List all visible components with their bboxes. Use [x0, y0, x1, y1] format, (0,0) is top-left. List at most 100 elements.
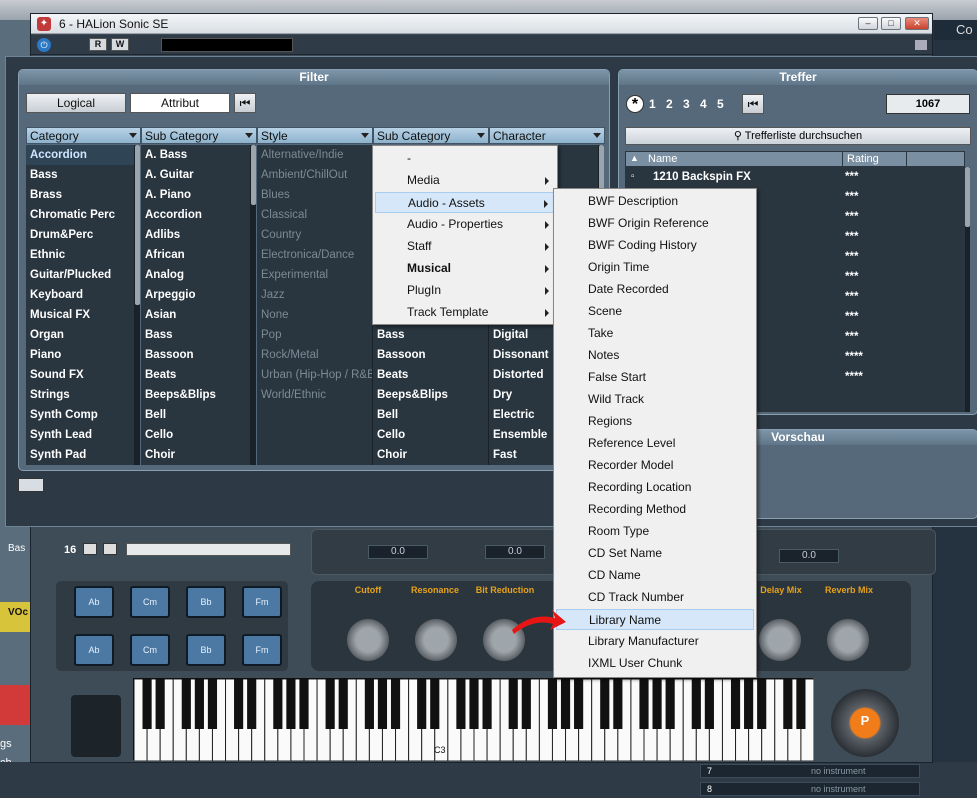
list-item[interactable]: Rock/Metal	[257, 345, 372, 365]
table-row[interactable]: ▫ 1210 Backspin FX ***	[625, 167, 965, 187]
reverb-mix-knob[interactable]	[827, 619, 869, 661]
menu-item[interactable]: CD Name	[556, 565, 754, 586]
menu-item[interactable]: Library Manufacturer	[556, 631, 754, 652]
list-item[interactable]: Cello	[141, 425, 250, 445]
preset-field[interactable]	[161, 38, 293, 52]
menu-item[interactable]: Regions	[556, 411, 754, 432]
rating-filter[interactable]: 5	[717, 97, 724, 111]
list-item[interactable]: Musical FX	[26, 305, 134, 325]
list-item[interactable]: Organ	[26, 325, 134, 345]
list-item[interactable]: Synth Pad	[26, 445, 134, 465]
scrollbar[interactable]	[135, 145, 140, 465]
list-item[interactable]: Adlibs	[141, 225, 250, 245]
performance-button[interactable]: P	[831, 689, 899, 757]
list-item[interactable]: Beeps&Blips	[141, 385, 250, 405]
list-item[interactable]: World/Ethnic	[257, 385, 372, 405]
list-item[interactable]: Alternative/Indie	[257, 145, 372, 165]
column-header-sub-category[interactable]: Sub Category	[141, 127, 257, 144]
list-item[interactable]: Country	[257, 225, 372, 245]
list-item[interactable]: Choir	[373, 445, 488, 465]
list-item[interactable]: Bass	[373, 325, 488, 345]
menu-item[interactable]: Recording Location	[556, 477, 754, 498]
wheels[interactable]	[71, 695, 121, 757]
list-item[interactable]: None	[257, 305, 372, 325]
menu-item[interactable]: Recording Method	[556, 499, 754, 520]
piano-keyboard[interactable]: C3	[133, 678, 814, 761]
menu-item[interactable]: Room Type	[556, 521, 754, 542]
rating-filter[interactable]: 1	[649, 97, 656, 111]
minimize-button[interactable]: –	[858, 17, 878, 30]
menu-item[interactable]: IXML User Chunk	[556, 653, 754, 674]
list-item[interactable]: Drum&Perc	[26, 225, 134, 245]
menu-item[interactable]: Date Recorded	[556, 279, 754, 300]
trigger-pad[interactable]: Cm	[130, 634, 170, 666]
list-item[interactable]: Asian	[141, 305, 250, 325]
menu-item[interactable]: CD Track Number	[556, 587, 754, 608]
scrollbar[interactable]	[251, 145, 256, 465]
reset-filter-icon[interactable]: ⏮	[234, 93, 256, 113]
list-item[interactable]: African	[141, 245, 250, 265]
style-list[interactable]: Alternative/Indie Ambient/ChillOut Blues Cl…	[257, 145, 373, 465]
menu-item[interactable]: CD Set Name	[556, 543, 754, 564]
list-item[interactable]: Urban (Hip-Hop / R&B)	[257, 365, 372, 385]
list-item[interactable]: Analog	[141, 265, 250, 285]
list-item[interactable]: Accordion	[141, 205, 250, 225]
menu-item[interactable]: Musical	[375, 258, 555, 279]
list-item[interactable]: Ambient/ChillOut	[257, 165, 372, 185]
s-icon[interactable]	[103, 543, 117, 555]
menu-item[interactable]: -	[375, 148, 555, 169]
menu-item[interactable]: Audio - Properties	[375, 214, 555, 235]
delay-mix-knob[interactable]	[759, 619, 801, 661]
column-header-category[interactable]: Category	[26, 127, 141, 144]
list-item[interactable]: Classical	[257, 205, 372, 225]
list-item[interactable]: Synth Comp	[26, 405, 134, 425]
results-header[interactable]: ▲ Name Rating	[625, 151, 965, 167]
list-item[interactable]: Electronica/Dance	[257, 245, 372, 265]
list-item[interactable]: Synth Lead	[26, 425, 134, 445]
rating-filter[interactable]: 2	[666, 97, 673, 111]
list-item[interactable]: Chromatic Perc	[26, 205, 134, 225]
trigger-pad[interactable]: Ab	[74, 634, 114, 666]
category-list[interactable]: Accordion Bass Brass Chromatic Perc Drum&Per…	[26, 145, 135, 465]
menu-item[interactable]: Recorder Model	[556, 455, 754, 476]
menu-item[interactable]: Reference Level	[556, 433, 754, 454]
list-item[interactable]: Guitar/Plucked	[26, 265, 134, 285]
list-item[interactable]: Piano	[26, 345, 134, 365]
list-item[interactable]: Bassoon	[373, 345, 488, 365]
list-item[interactable]: Beeps&Blips	[373, 385, 488, 405]
column-header-character[interactable]: Character	[489, 127, 605, 144]
sub-category-list[interactable]: A. Bass A. Guitar A. Piano Accordion Adlibs A…	[141, 145, 251, 465]
menu-item[interactable]: Media	[375, 170, 555, 191]
list-item[interactable]: Beats	[373, 365, 488, 385]
list-item[interactable]: Keyboard	[26, 285, 134, 305]
write-automation-button[interactable]: W	[111, 38, 129, 51]
power-icon[interactable]: ⏻	[37, 38, 51, 52]
list-item[interactable]: Bell	[141, 405, 250, 425]
list-item[interactable]: Beats	[141, 365, 250, 385]
column-header-style[interactable]: Style	[257, 127, 373, 144]
list-item[interactable]: Accordion	[26, 145, 134, 165]
menu-item[interactable]: Library Name	[556, 609, 754, 630]
trigger-pad[interactable]: Ab	[74, 586, 114, 618]
menu-item[interactable]: BWF Coding History	[556, 235, 754, 256]
list-item[interactable]: Pop	[257, 325, 372, 345]
chevron-down-icon[interactable]	[915, 40, 927, 50]
trigger-pad[interactable]: Cm	[130, 586, 170, 618]
list-item[interactable]: A. Bass	[141, 145, 250, 165]
list-item[interactable]: Cello	[373, 425, 488, 445]
layout-toggle-icon[interactable]	[18, 478, 44, 492]
menu-item[interactable]: Origin Time	[556, 257, 754, 278]
menu-item[interactable]: Wild Track	[556, 389, 754, 410]
list-item[interactable]: Arpeggio	[141, 285, 250, 305]
resonance-knob[interactable]	[415, 619, 457, 661]
m-icon[interactable]	[83, 543, 97, 555]
list-item[interactable]: Choir	[141, 445, 250, 465]
list-item[interactable]: Strings	[26, 385, 134, 405]
title-bar[interactable]: ✦ 6 - HALion Sonic SE – □ ✕	[31, 14, 932, 34]
read-automation-button[interactable]: R	[89, 38, 107, 51]
program-select[interactable]	[126, 543, 291, 556]
scrollbar[interactable]	[965, 167, 970, 412]
menu-item[interactable]: Notes	[556, 345, 754, 366]
reset-results-icon[interactable]: ⏮	[742, 94, 764, 114]
menu-item[interactable]: Take	[556, 323, 754, 344]
